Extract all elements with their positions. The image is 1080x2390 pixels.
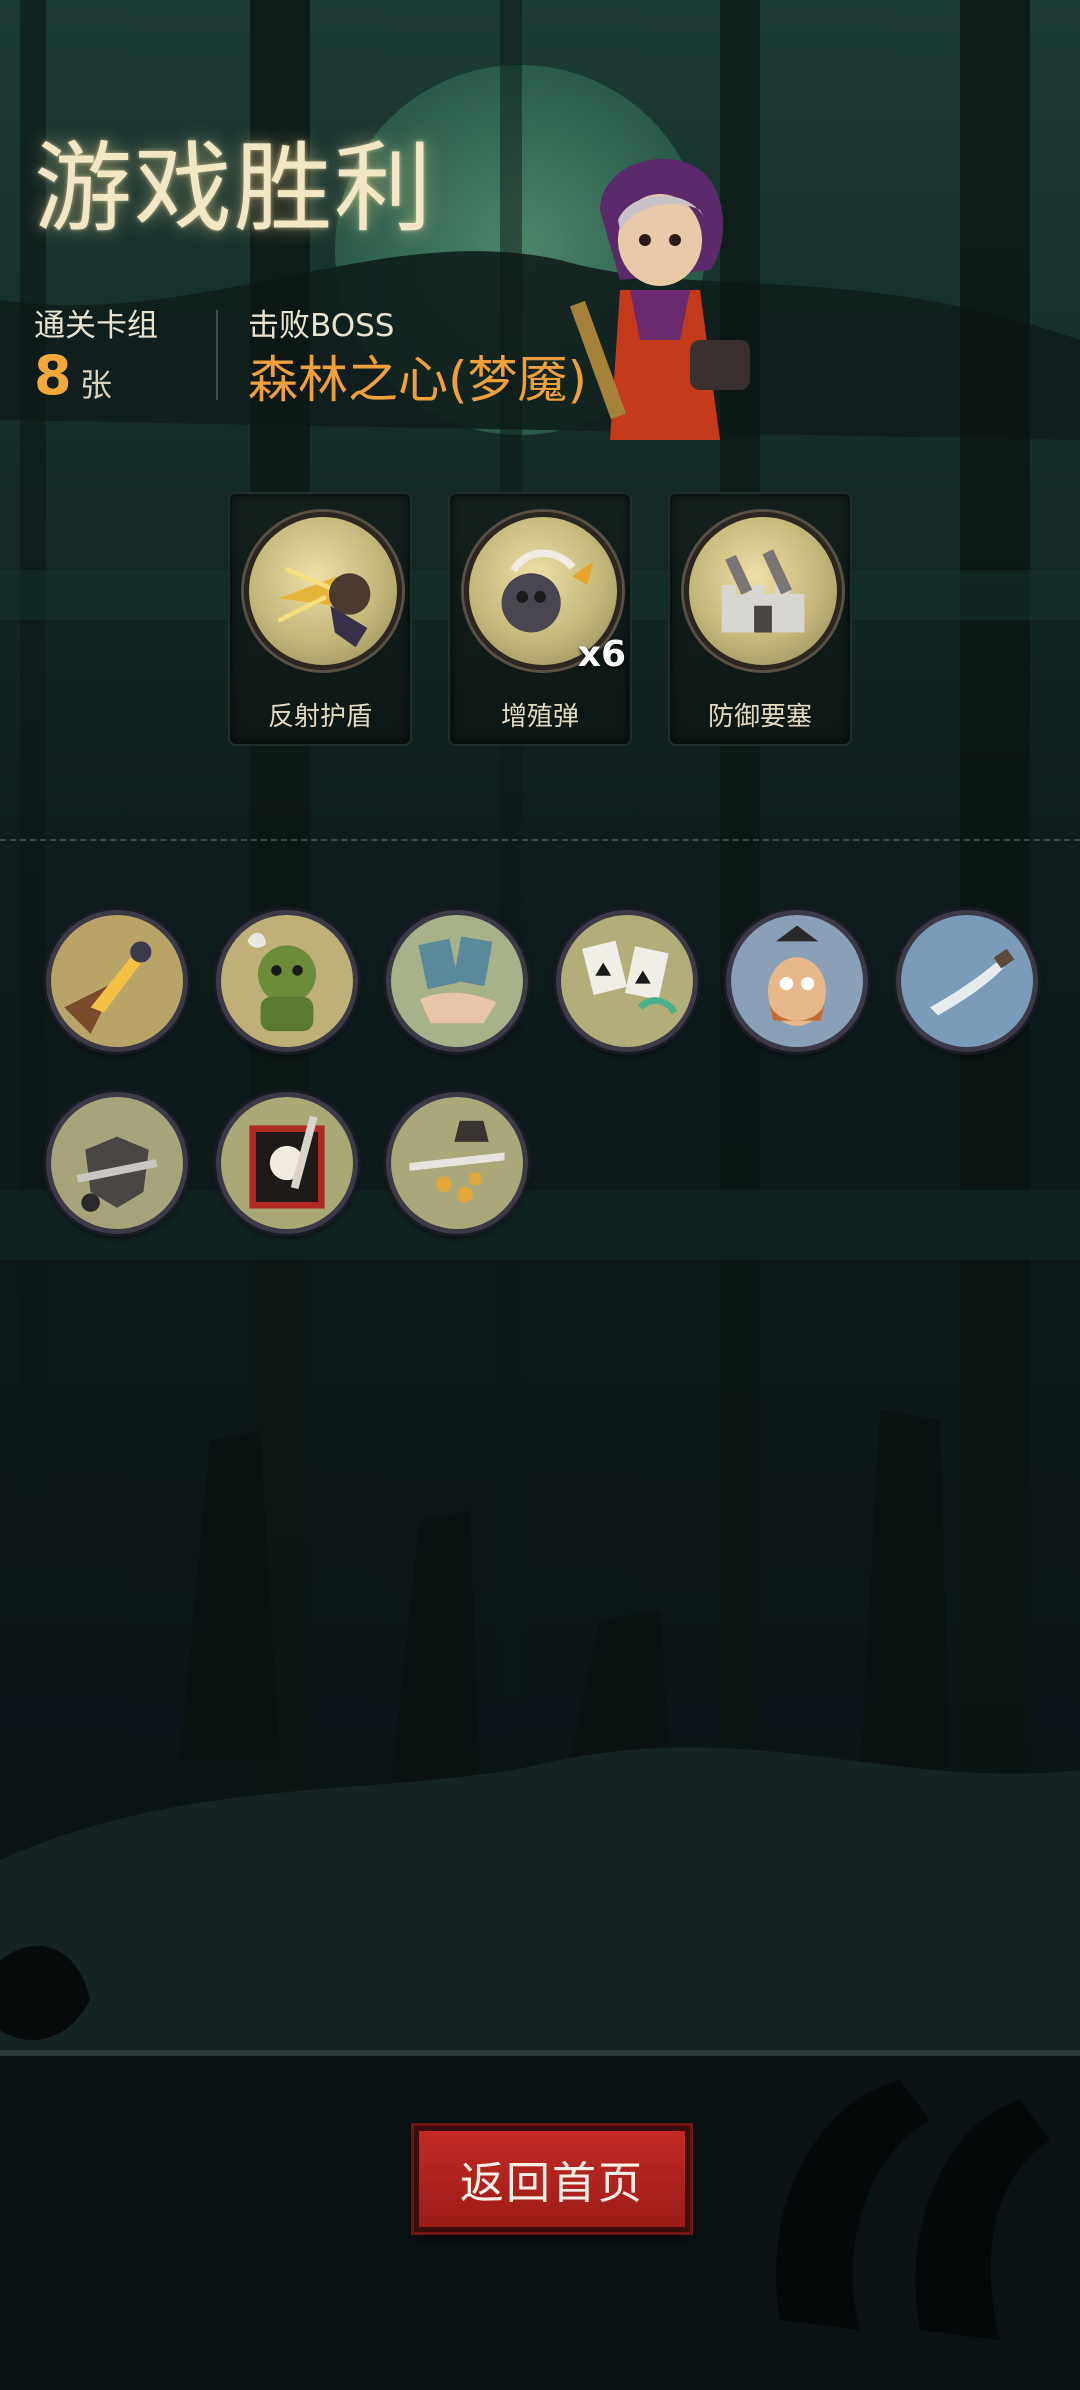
victory-header: 游戏胜利 通关卡组 8 张 击败BOSS 森林之心(梦魇) xyxy=(0,0,1080,460)
green-ogre-card-icon[interactable] xyxy=(216,910,358,1052)
relic-count: x6 xyxy=(577,634,626,675)
return-home-label: 返回首页 xyxy=(460,2158,644,2209)
hero-portrait xyxy=(569,158,750,440)
victory-title: 游戏胜利 xyxy=(34,132,435,246)
skull-card-icon[interactable] xyxy=(216,1092,358,1234)
broken-shield-card-icon[interactable] xyxy=(46,1092,188,1234)
spade-cards-card-icon[interactable] xyxy=(556,910,698,1052)
relic-label: 增殖弹 xyxy=(500,702,579,732)
relic-card-reflect-shield[interactable]: 反射护盾 xyxy=(228,492,412,746)
reflect-shield-icon xyxy=(244,512,402,670)
deck-label: 通关卡组 xyxy=(34,308,158,344)
stat-divider xyxy=(216,310,218,400)
section-divider xyxy=(0,839,1080,841)
relic-label: 反射护盾 xyxy=(267,702,372,732)
relic-label: 防御要塞 xyxy=(707,702,812,732)
deck-unit: 张 xyxy=(80,366,113,404)
relic-card-multiplying-bomb[interactable]: x6 增殖弹 xyxy=(448,492,632,746)
pirate-crew-card-icon[interactable] xyxy=(726,910,868,1052)
boss-label: 击败BOSS xyxy=(248,308,395,344)
dagger-card-icon[interactable] xyxy=(896,910,1038,1052)
fire-slash-card-icon[interactable] xyxy=(46,910,188,1052)
defense-fortress-icon xyxy=(684,512,842,670)
gold-coins-card-icon[interactable] xyxy=(386,1092,528,1234)
boss-name: 森林之心(梦魇) xyxy=(248,351,588,409)
card-hand-card-icon[interactable] xyxy=(386,910,528,1052)
deck-count: 8 xyxy=(34,344,72,407)
relic-card-defense-fortress[interactable]: 防御要塞 xyxy=(668,492,852,746)
return-home-button[interactable]: 返回首页 xyxy=(414,2126,690,2232)
